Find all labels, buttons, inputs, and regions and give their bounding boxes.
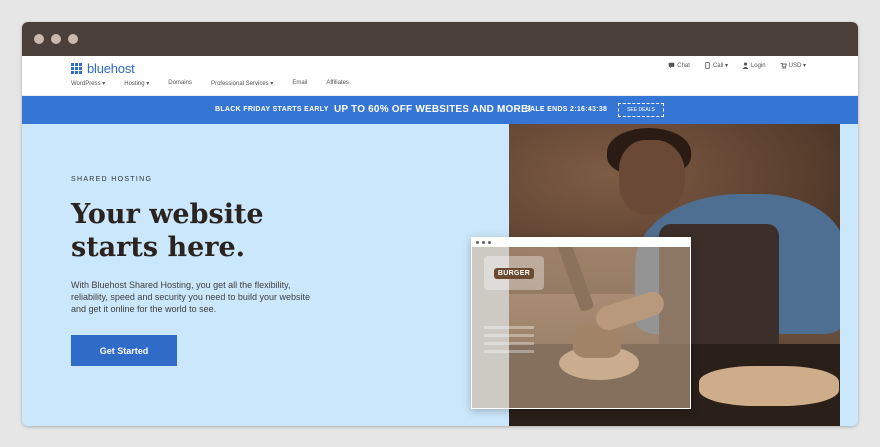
window-minimize-dot[interactable] xyxy=(51,34,61,44)
main-nav: WordPress ▾ Hosting ▾ Domains Profession… xyxy=(71,80,368,87)
promo-lead: BLACK FRIDAY STARTS EARLY xyxy=(215,106,329,113)
burger-badge: BURGER xyxy=(484,256,544,290)
cart-icon xyxy=(780,62,787,69)
call-link[interactable]: Call ▾ xyxy=(704,62,728,69)
promo-banner: BLACK FRIDAY STARTS EARLY UP TO 60% OFF … xyxy=(22,96,858,124)
promo-offer: UP TO 60% OFF WEBSITES AND MORE! xyxy=(334,104,532,115)
chat-link[interactable]: Chat xyxy=(668,62,690,69)
see-deals-button[interactable]: SEE DEALS xyxy=(618,103,664,117)
nav-item-professional-services[interactable]: Professional Services ▾ xyxy=(211,80,273,87)
currency-selector[interactable]: USD ▾ xyxy=(780,62,806,69)
user-icon xyxy=(742,62,749,69)
currency-label: USD ▾ xyxy=(788,63,806,69)
hero-headline: Your website starts here. xyxy=(71,199,264,263)
hero-description: With Bluehost Shared Hosting, you get al… xyxy=(71,280,310,314)
get-started-button[interactable]: Get Started xyxy=(71,335,177,366)
mockup-browser-bar xyxy=(472,238,690,247)
nav-item-email[interactable]: Email xyxy=(292,80,307,87)
nav-item-domains[interactable]: Domains xyxy=(168,80,192,87)
login-link[interactable]: Login xyxy=(742,62,766,69)
browser-window: bluehost WordPress ▾ Hosting ▾ Domains P… xyxy=(22,22,858,426)
logo-grid-icon xyxy=(71,63,82,74)
mockup-text-lines xyxy=(484,326,534,358)
phone-icon xyxy=(705,62,710,69)
bluehost-logo[interactable]: bluehost xyxy=(71,61,135,76)
site-header: bluehost WordPress ▾ Hosting ▾ Domains P… xyxy=(22,56,858,96)
website-mockup: BURGER xyxy=(471,237,691,409)
browser-chrome xyxy=(22,22,858,56)
nav-item-wordpress[interactable]: WordPress ▾ xyxy=(71,80,105,87)
burger-badge-text: BURGER xyxy=(493,267,535,279)
hero-section: SHARED HOSTING Your website starts here.… xyxy=(22,124,858,426)
call-label: Call ▾ xyxy=(712,63,728,69)
window-maximize-dot[interactable] xyxy=(68,34,78,44)
logo-text: bluehost xyxy=(87,61,135,76)
login-label: Login xyxy=(750,62,766,69)
promo-countdown: SALE ENDS 2:16:43:38 xyxy=(525,106,608,113)
chat-icon xyxy=(668,62,675,69)
chat-label: Chat xyxy=(677,62,690,69)
utility-nav: Chat Call ▾ Login USD ▾ xyxy=(668,62,806,69)
nav-item-hosting[interactable]: Hosting ▾ xyxy=(124,80,149,87)
hero-eyebrow: SHARED HOSTING xyxy=(71,176,153,183)
window-close-dot[interactable] xyxy=(34,34,44,44)
nav-item-affiliates[interactable]: Affiliates xyxy=(326,80,349,87)
